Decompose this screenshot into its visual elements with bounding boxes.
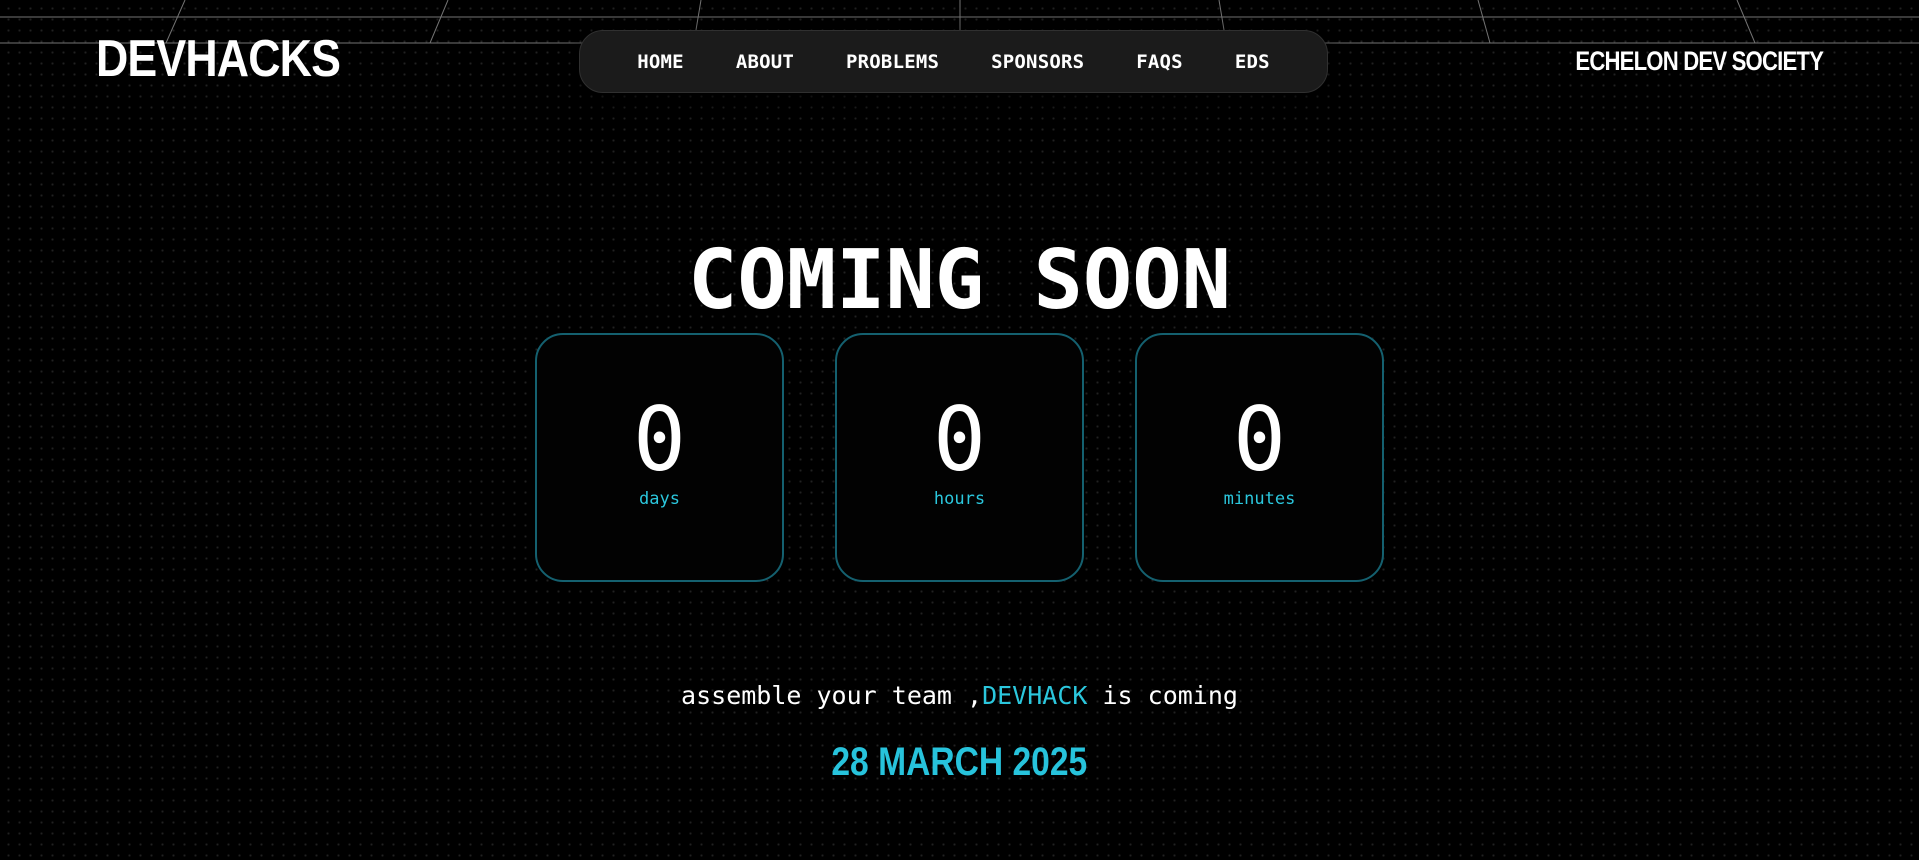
countdown-minutes-box: 0 minutes bbox=[1135, 333, 1384, 582]
countdown-timer: 0 days 0 hours 0 minutes bbox=[535, 333, 1384, 582]
countdown-days-label: days bbox=[639, 489, 680, 509]
nav-item-problems[interactable]: PROBLEMS bbox=[820, 51, 965, 73]
countdown-hours-value: 0 bbox=[933, 388, 986, 491]
nav-item-sponsors[interactable]: SPONSORS bbox=[965, 51, 1110, 73]
devhacks-logo[interactable]: DEVHACKS bbox=[96, 30, 341, 88]
countdown-minutes-label: minutes bbox=[1223, 489, 1296, 509]
nav-item-eds[interactable]: EDS bbox=[1209, 51, 1296, 73]
countdown-minutes-value: 0 bbox=[1233, 388, 1286, 491]
countdown-hours-box: 0 hours bbox=[835, 333, 1084, 582]
countdown-hours-label: hours bbox=[933, 489, 986, 509]
coming-soon-heading: COMING SOON bbox=[687, 232, 1232, 328]
main-navigation: HOME ABOUT PROBLEMS SPONSORS FAQS EDS bbox=[579, 30, 1328, 93]
countdown-days-value: 0 bbox=[633, 388, 686, 491]
event-date-text: 28 MARCH 2025 bbox=[831, 740, 1088, 784]
tagline-text-start: assemble your team , bbox=[681, 681, 983, 710]
tagline-text-end: is coming bbox=[1087, 681, 1238, 710]
countdown-days-box: 0 days bbox=[535, 333, 784, 582]
nav-item-faqs[interactable]: FAQS bbox=[1110, 51, 1209, 73]
tagline: assemble your team ,DEVHACK is coming bbox=[0, 680, 1919, 712]
nav-item-about[interactable]: ABOUT bbox=[710, 51, 820, 73]
echelon-dev-society-brand[interactable]: ECHELON DEV SOCIETY bbox=[1575, 45, 1823, 77]
nav-item-home[interactable]: HOME bbox=[611, 51, 710, 73]
event-date: 28 MARCH 2025 bbox=[0, 738, 1919, 786]
tagline-devhack-highlight: DEVHACK bbox=[982, 681, 1088, 710]
